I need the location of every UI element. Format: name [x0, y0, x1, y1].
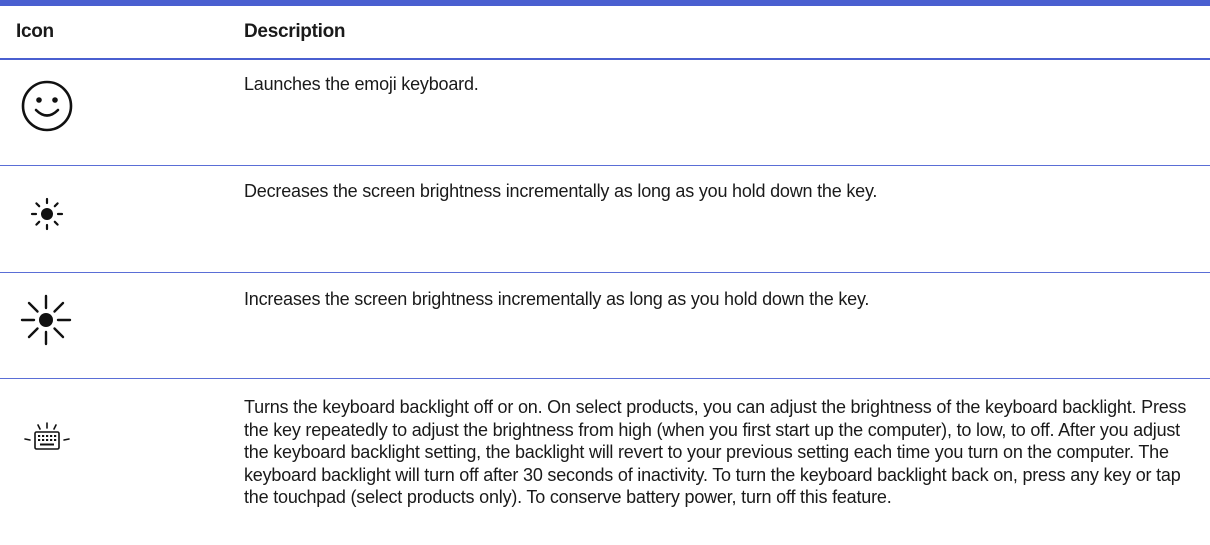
- table-row: Turns the keyboard backlight off or on. …: [0, 379, 1210, 545]
- brightness-down-icon: [30, 197, 64, 231]
- header-icon: Icon: [16, 21, 54, 42]
- icon-cell: [0, 273, 244, 378]
- row-description: Decreases the screen brightness incremen…: [244, 181, 878, 201]
- row-description: Launches the emoji keyboard.: [244, 74, 479, 94]
- row-description: Turns the keyboard backlight off or on. …: [244, 397, 1187, 508]
- table-row: Decreases the screen brightness incremen…: [0, 166, 1210, 273]
- keyboard-backlight-icon: [23, 422, 71, 452]
- action-keys-table: Icon Description Launches the emoji keyb…: [0, 0, 1210, 545]
- table-row: Launches the emoji keyboard.: [0, 60, 1210, 166]
- icon-cell: [0, 166, 244, 272]
- header-description: Description: [244, 21, 346, 42]
- brightness-up-icon: [20, 294, 72, 346]
- row-description: Increases the screen brightness incremen…: [244, 289, 870, 309]
- table-header-row: Icon Description: [0, 6, 1210, 60]
- emoji-face-icon: [20, 79, 74, 133]
- icon-cell: [0, 60, 244, 165]
- icon-cell: [0, 379, 244, 545]
- table-row: Increases the screen brightness incremen…: [0, 273, 1210, 379]
